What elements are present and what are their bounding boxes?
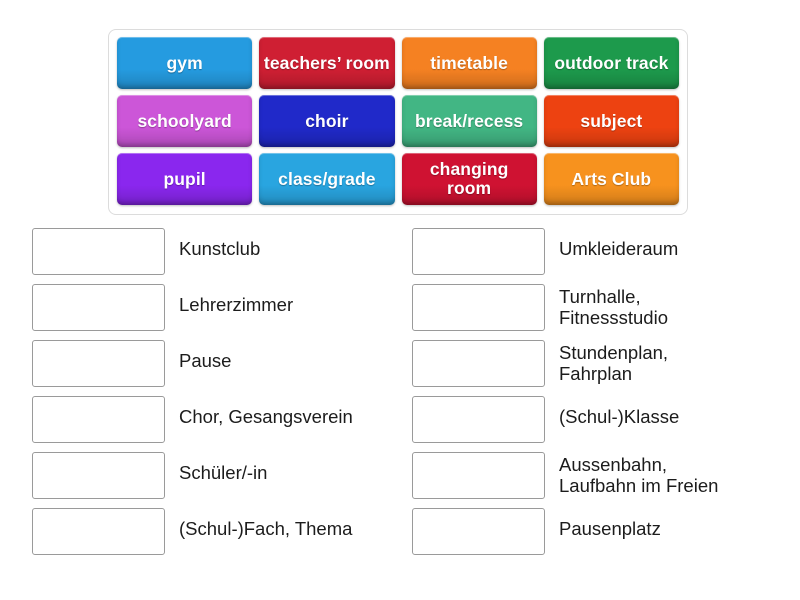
answer-row: (Schul-)Fach, Thema: [32, 508, 412, 564]
word-tile-subject[interactable]: subject: [544, 95, 679, 147]
word-tile-gym[interactable]: gym: [117, 37, 252, 89]
answer-column-right: Umkleideraum Turnhalle, Fitnessstudio St…: [412, 228, 792, 564]
answer-row: Pause: [32, 340, 412, 396]
answer-label: Pause: [179, 350, 232, 371]
drop-box-pausenplatz[interactable]: [412, 508, 545, 555]
word-tile-schoolyard[interactable]: schoolyard: [117, 95, 252, 147]
answer-label: Schüler/-in: [179, 462, 268, 483]
answer-row: Stundenplan, Fahrplan: [412, 340, 792, 396]
word-tile-choir[interactable]: choir: [259, 95, 394, 147]
drop-box-umkleideraum[interactable]: [412, 228, 545, 275]
answer-label: Turnhalle, Fitnessstudio: [559, 286, 668, 329]
drop-box-schul-klasse[interactable]: [412, 396, 545, 443]
answer-label: Umkleideraum: [559, 238, 679, 259]
drop-box-schueler-in[interactable]: [32, 452, 165, 499]
answer-label: Chor, Gesangsverein: [179, 406, 353, 427]
drop-box-kunstclub[interactable]: [32, 228, 165, 275]
answer-row: Umkleideraum: [412, 228, 792, 284]
answer-row: Pausenplatz: [412, 508, 792, 564]
drop-box-turnhalle-fitnessstudio[interactable]: [412, 284, 545, 331]
word-tile-break-recess[interactable]: break/recess: [402, 95, 537, 147]
answer-row: Turnhalle, Fitnessstudio: [412, 284, 792, 340]
tile-row: gym teachers’ room timetable outdoor tra…: [117, 37, 679, 89]
word-tile-timetable[interactable]: timetable: [402, 37, 537, 89]
answer-row: Lehrerzimmer: [32, 284, 412, 340]
tile-row: pupil class/grade changing room Arts Clu…: [117, 153, 679, 205]
answer-label: Stundenplan, Fahrplan: [559, 342, 669, 385]
answer-label: Pausenplatz: [559, 518, 661, 539]
answer-row: Chor, Gesangsverein: [32, 396, 412, 452]
word-tile-class-grade[interactable]: class/grade: [259, 153, 394, 205]
answer-label: (Schul-)Fach, Thema: [179, 518, 353, 539]
drop-box-schul-fach-thema[interactable]: [32, 508, 165, 555]
answer-row: Schüler/-in: [32, 452, 412, 508]
answer-row: (Schul-)Klasse: [412, 396, 792, 452]
tile-row: schoolyard choir break/recess subject: [117, 95, 679, 147]
drop-box-pause[interactable]: [32, 340, 165, 387]
answer-label: Aussenbahn, Laufbahn im Freien: [559, 454, 719, 497]
answer-row: Aussenbahn, Laufbahn im Freien: [412, 452, 792, 508]
answer-row: Kunstclub: [32, 228, 412, 284]
word-bank-panel: gym teachers’ room timetable outdoor tra…: [108, 29, 688, 215]
drop-box-stundenplan-fahrplan[interactable]: [412, 340, 545, 387]
drop-box-chor-gesangsverein[interactable]: [32, 396, 165, 443]
word-tile-teachers-room[interactable]: teachers’ room: [259, 37, 394, 89]
word-tile-arts-club[interactable]: Arts Club: [544, 153, 679, 205]
answer-column-left: Kunstclub Lehrerzimmer Pause Chor, Gesan…: [32, 228, 412, 564]
drop-box-lehrerzimmer[interactable]: [32, 284, 165, 331]
word-tile-pupil[interactable]: pupil: [117, 153, 252, 205]
drop-box-aussenbahn-laufbahn[interactable]: [412, 452, 545, 499]
answer-label: Kunstclub: [179, 238, 261, 259]
answer-label: Lehrerzimmer: [179, 294, 294, 315]
word-tile-outdoor-track[interactable]: outdoor track: [544, 37, 679, 89]
answer-label: (Schul-)Klasse: [559, 406, 680, 427]
word-tile-changing-room[interactable]: changing room: [402, 153, 537, 205]
